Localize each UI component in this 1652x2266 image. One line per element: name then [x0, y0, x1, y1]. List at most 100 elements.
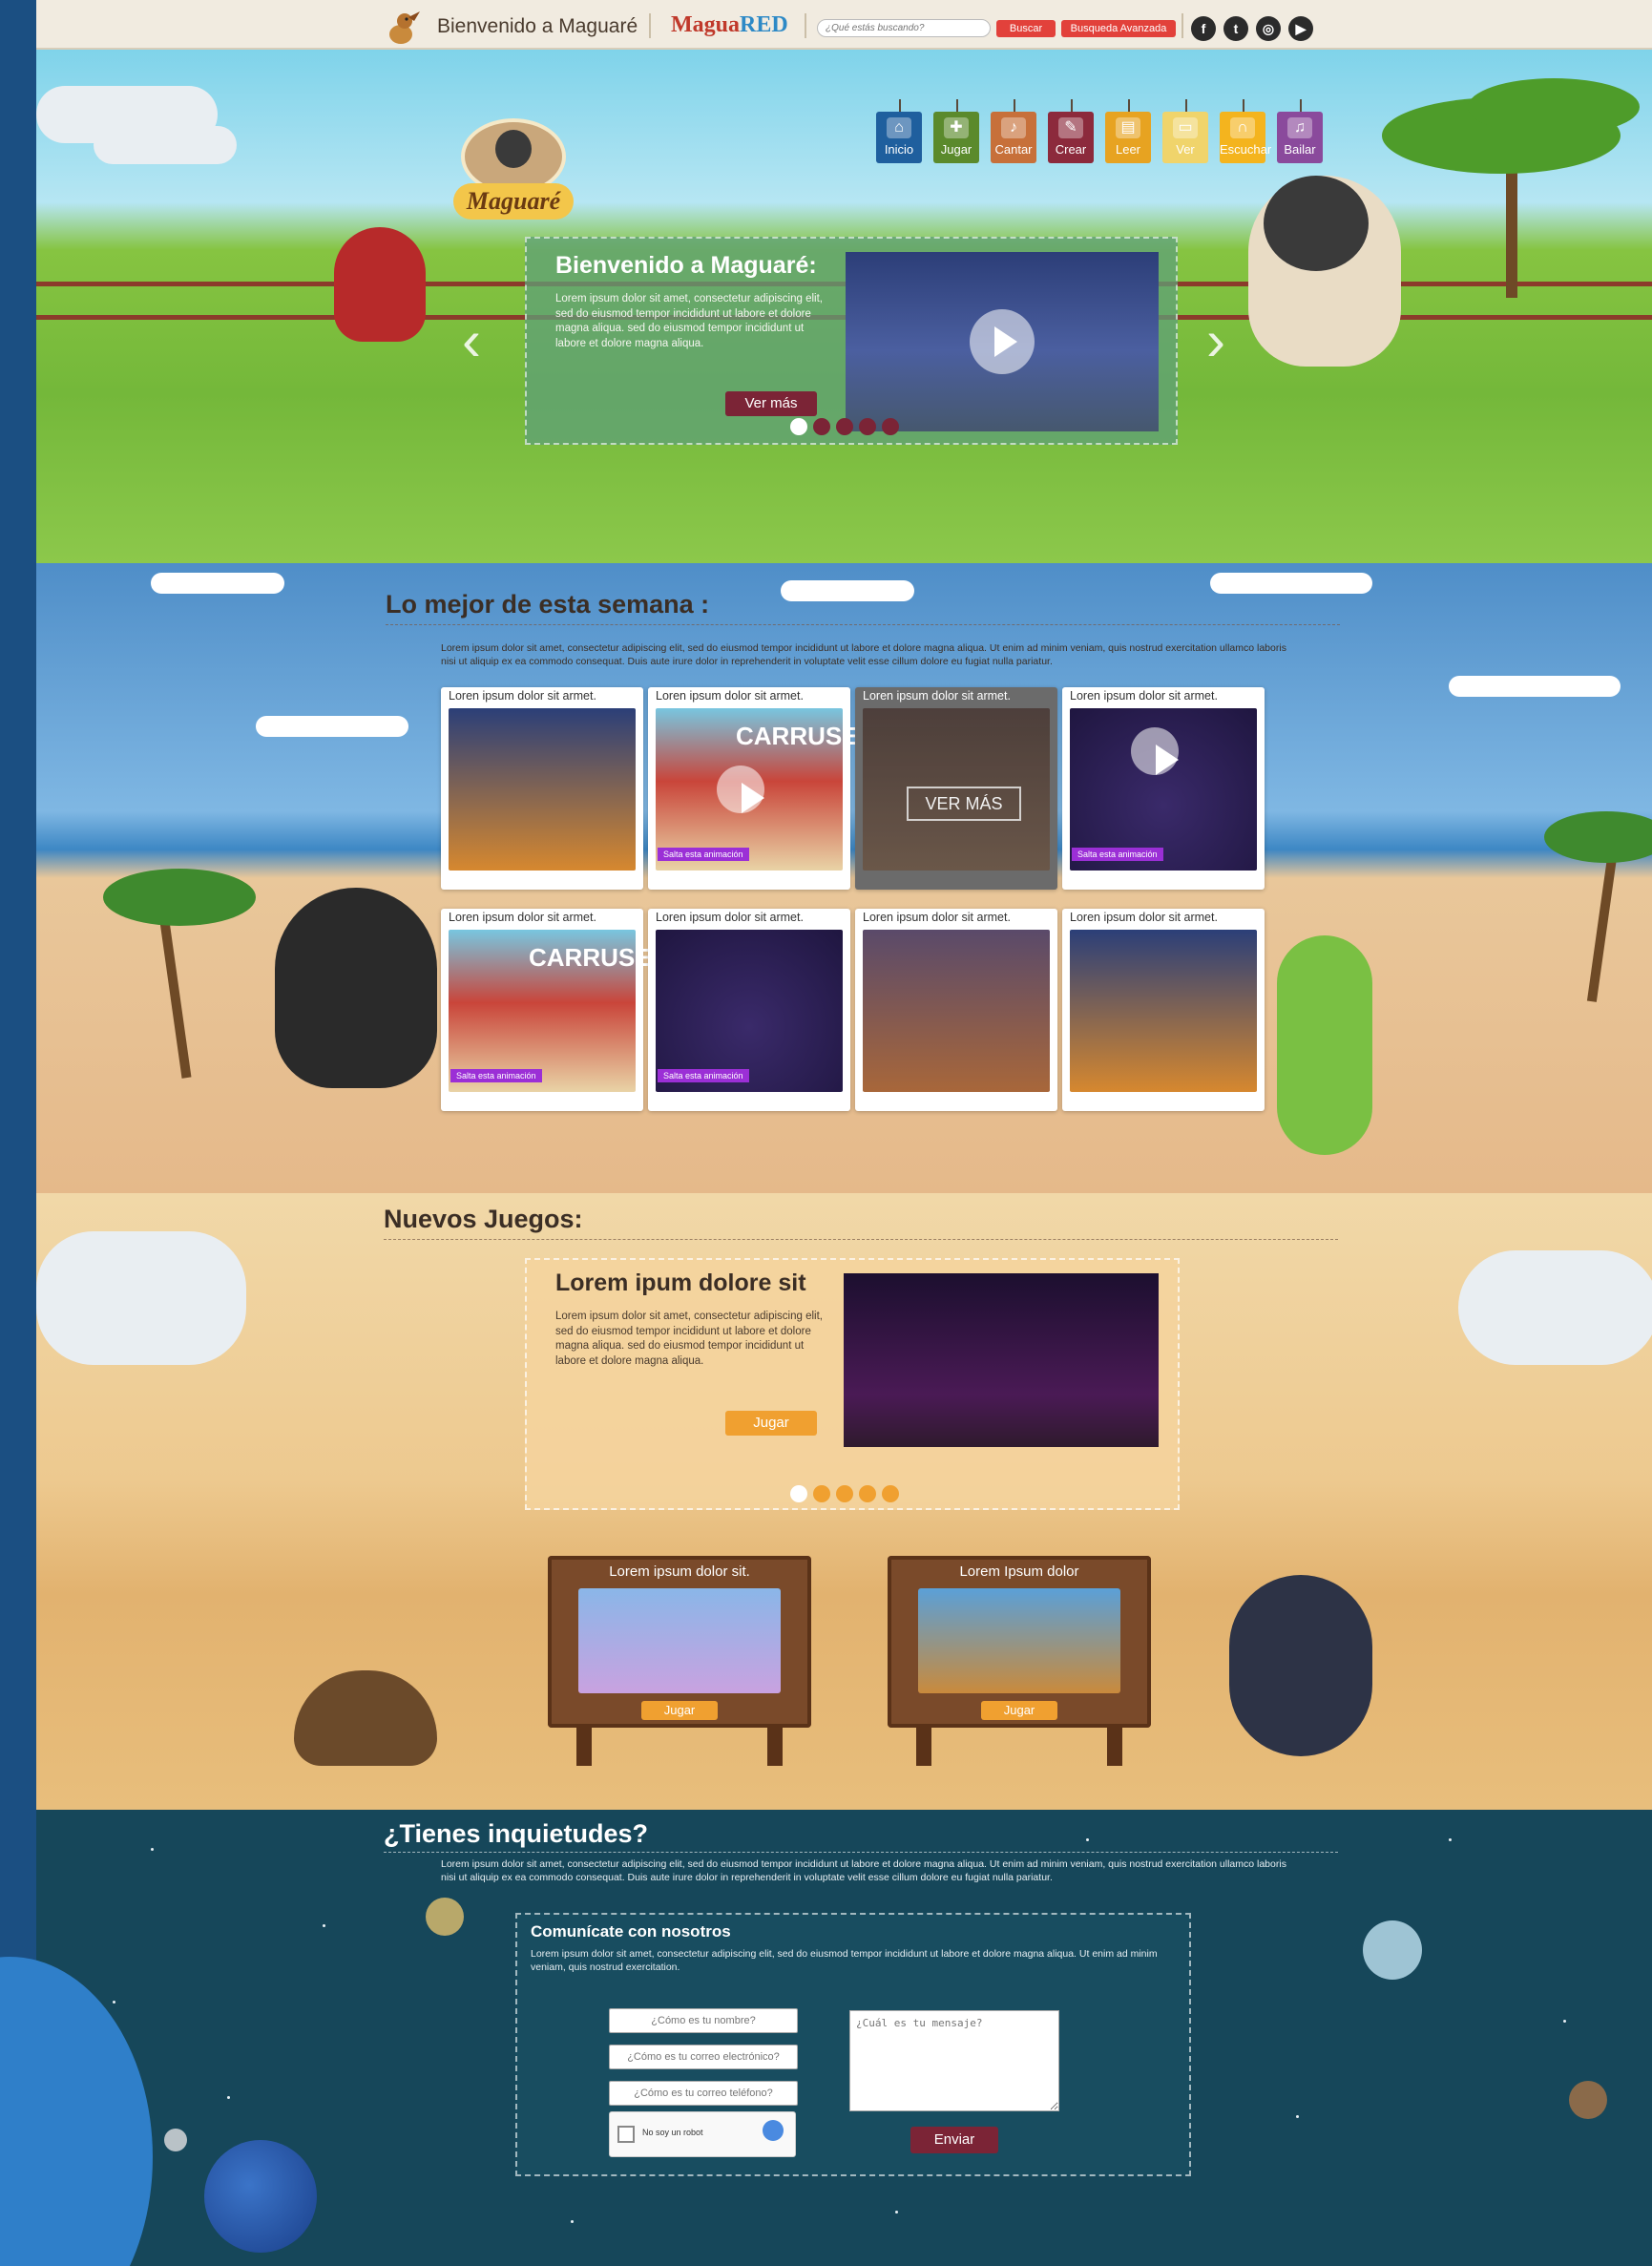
- hero-video[interactable]: [846, 252, 1159, 431]
- featured-game: Lorem ipum dolore sit Lorem ipsum dolor …: [525, 1258, 1180, 1510]
- tree-canopy: [1468, 78, 1640, 136]
- star: [1296, 2115, 1299, 2118]
- divider: [649, 13, 651, 38]
- card-thumbnail: CARRUSE Salta esta animación: [656, 708, 859, 871]
- instagram-icon[interactable]: ◎: [1256, 16, 1281, 41]
- carousel-dot[interactable]: [836, 418, 853, 435]
- card-caption: Loren ipsum dolor sit armet.: [1070, 911, 1218, 924]
- carousel-dot[interactable]: [859, 1485, 876, 1502]
- star: [227, 2096, 230, 2099]
- chimp-character: [275, 888, 437, 1088]
- welcome-text: Bienvenido a Maguaré: [437, 15, 638, 37]
- maguare-logo[interactable]: Maguaré: [442, 118, 585, 223]
- brand-part-b: RED: [740, 12, 788, 37]
- content-card[interactable]: Loren ipsum dolor sit armet. CARRUSE Sal…: [648, 687, 859, 890]
- carousel-dot[interactable]: [813, 418, 830, 435]
- play-button[interactable]: Jugar: [981, 1701, 1057, 1720]
- game-sign[interactable]: Lorem Ipsum dolor Jugar: [888, 1556, 1151, 1766]
- nav-item-inicio[interactable]: ⌂ Inicio: [876, 112, 922, 163]
- phone-field[interactable]: [609, 2081, 798, 2106]
- captcha-checkbox[interactable]: [617, 2126, 635, 2143]
- card-thumbnail: VER MÁS: [863, 708, 1050, 871]
- carousel-dot[interactable]: [790, 1485, 807, 1502]
- cloud: [256, 716, 408, 737]
- section-intro: Lorem ipsum dolor sit amet, consectetur …: [441, 642, 1286, 667]
- page: Bienvenido a Maguaré MaguaRED Buscar Bus…: [0, 0, 1652, 2266]
- content-card[interactable]: Loren ipsum dolor sit armet. Salta esta …: [648, 909, 850, 1111]
- carousel-dots: [790, 1485, 899, 1502]
- nav-rope: [1071, 99, 1073, 113]
- nav-label: Jugar: [940, 142, 972, 157]
- carousel-dot[interactable]: [859, 418, 876, 435]
- skip-animation-badge[interactable]: Salta esta animación: [1072, 848, 1163, 861]
- game-sign[interactable]: Lorem ipsum dolor sit. Jugar: [548, 1556, 811, 1766]
- name-field[interactable]: [609, 2008, 798, 2033]
- nav-item-leer[interactable]: ▤ Leer: [1105, 112, 1151, 163]
- content-card[interactable]: Loren ipsum dolor sit armet. Salta esta …: [1062, 687, 1265, 890]
- recaptcha-icon: [763, 2120, 784, 2141]
- card-caption: Loren ipsum dolor sit armet.: [656, 911, 804, 924]
- email-field[interactable]: [609, 2045, 798, 2069]
- mascot-icon: [380, 8, 422, 46]
- card-thumbnail: CARRUSE Salta esta animación: [449, 930, 652, 1092]
- divider: [805, 13, 806, 38]
- content-card[interactable]: Loren ipsum dolor sit armet.: [855, 909, 1057, 1111]
- featured-game-text: Lorem ipsum dolor sit amet, consectetur …: [555, 1311, 823, 1367]
- cloud: [1458, 1250, 1652, 1365]
- content-card[interactable]: Loren ipsum dolor sit armet.: [1062, 909, 1265, 1111]
- skip-animation-badge[interactable]: Salta esta animación: [450, 1069, 542, 1082]
- brand-part-a: Magua: [671, 12, 740, 37]
- nav-item-bailar[interactable]: ♫ Bailar: [1277, 112, 1323, 163]
- message-field[interactable]: [849, 2010, 1059, 2111]
- play-button[interactable]: Jugar: [725, 1411, 817, 1436]
- nav-item-ver[interactable]: ▭ Ver: [1162, 112, 1208, 163]
- card-caption: Loren ipsum dolor sit armet.: [449, 689, 596, 703]
- palm-leaves: [1544, 811, 1652, 863]
- carousel-dot[interactable]: [882, 418, 899, 435]
- play-icon[interactable]: [717, 766, 764, 813]
- gamepad-icon: ✚: [944, 117, 969, 138]
- tv-icon: ▭: [1173, 117, 1198, 138]
- twitter-icon[interactable]: t: [1223, 16, 1248, 41]
- skip-animation-badge[interactable]: Salta esta animación: [658, 848, 749, 861]
- youtube-icon[interactable]: ▶: [1288, 16, 1313, 41]
- play-button[interactable]: Jugar: [641, 1701, 718, 1720]
- carousel-prev-arrow[interactable]: ‹: [462, 307, 481, 373]
- nav-item-cantar[interactable]: ♪ Cantar: [991, 112, 1036, 163]
- sign-post: [916, 1728, 931, 1766]
- play-icon[interactable]: [970, 309, 1035, 374]
- search-input[interactable]: [817, 19, 991, 37]
- card-thumbnail: Salta esta animación: [656, 930, 843, 1092]
- nav-item-crear[interactable]: ✎ Crear: [1048, 112, 1094, 163]
- see-more-overlay[interactable]: VER MÁS: [907, 787, 1021, 821]
- section-intro: Lorem ipsum dolor sit amet, consectetur …: [441, 1858, 1286, 1883]
- skip-animation-badge[interactable]: Salta esta animación: [658, 1069, 749, 1082]
- section-title: ¿Tienes inquietudes?: [384, 1819, 649, 1848]
- send-button[interactable]: Enviar: [910, 2127, 998, 2153]
- carousel-dot[interactable]: [790, 418, 807, 435]
- card-thumbnail: [449, 708, 636, 871]
- content-card[interactable]: Loren ipsum dolor sit armet.: [441, 687, 643, 890]
- advanced-search-button[interactable]: Busqueda Avanzada: [1061, 20, 1176, 37]
- game-thumbnail: [918, 1588, 1120, 1693]
- carousel-next-arrow[interactable]: ›: [1206, 307, 1225, 373]
- carousel-dot[interactable]: [836, 1485, 853, 1502]
- brand-link[interactable]: MaguaRED: [671, 12, 788, 38]
- carousel-dot[interactable]: [882, 1485, 899, 1502]
- palm-trunk: [157, 907, 192, 1079]
- captcha-label: No soy un robot: [642, 2128, 703, 2137]
- home-icon: ⌂: [887, 117, 911, 138]
- see-more-button[interactable]: Ver más: [725, 391, 817, 416]
- contact-form: Comunícate con nosotros Lorem ipsum dolo…: [515, 1913, 1191, 2176]
- content-card[interactable]: Loren ipsum dolor sit armet. CARRUSE Sal…: [441, 909, 652, 1111]
- content-card[interactable]: Loren ipsum dolor sit armet. VER MÁS: [855, 687, 1057, 890]
- carousel-dot[interactable]: [813, 1485, 830, 1502]
- play-icon[interactable]: [1131, 727, 1179, 775]
- nav-item-escuchar[interactable]: ∩ Escuchar: [1220, 112, 1271, 163]
- game-screenshot[interactable]: [844, 1273, 1159, 1447]
- game-thumbnail: [578, 1588, 781, 1693]
- search-button[interactable]: Buscar: [996, 20, 1056, 37]
- facebook-icon[interactable]: f: [1191, 16, 1216, 41]
- nav-item-jugar[interactable]: ✚ Jugar: [933, 112, 979, 163]
- best-of-week-section: Lo mejor de esta semana : Lorem ipsum do…: [36, 563, 1652, 1193]
